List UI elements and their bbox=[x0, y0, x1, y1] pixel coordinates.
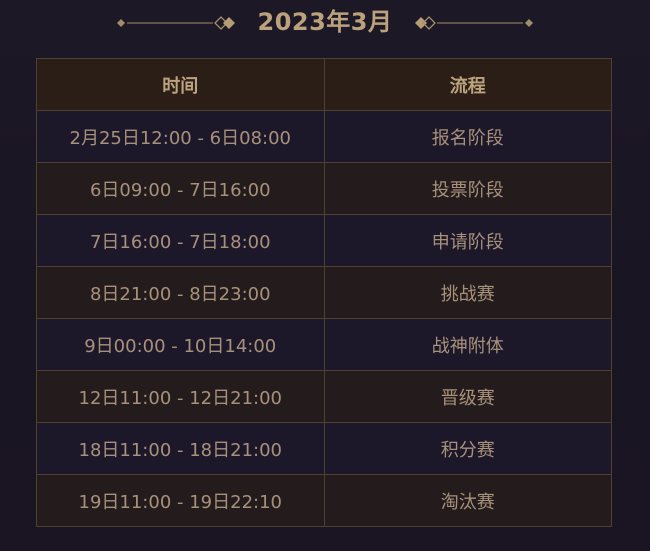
title-bar: 2023年3月 bbox=[0, 0, 650, 46]
table-row: 18日11:00 - 18日21:00 积分赛 bbox=[36, 422, 612, 475]
stage-cell: 晋级赛 bbox=[323, 370, 612, 423]
stage-cell: 申请阶段 bbox=[323, 214, 612, 267]
stage-cell: 积分赛 bbox=[323, 422, 612, 475]
page-title: 2023年3月 bbox=[257, 8, 393, 36]
time-cell: 6日09:00 - 7日16:00 bbox=[36, 162, 325, 215]
time-cell: 7日16:00 - 7日18:00 bbox=[36, 214, 325, 267]
table-row: 2月25日12:00 - 6日08:00 报名阶段 bbox=[36, 110, 612, 163]
table-header-row: 时间 流程 bbox=[36, 58, 612, 111]
time-cell: 2月25日12:00 - 6日08:00 bbox=[36, 110, 325, 163]
stage-cell: 投票阶段 bbox=[323, 162, 612, 215]
time-cell: 18日11:00 - 18日21:00 bbox=[36, 422, 325, 475]
header-stage: 流程 bbox=[323, 58, 612, 111]
stage-cell: 战神附体 bbox=[323, 318, 612, 371]
schedule-table: 时间 流程 2月25日12:00 - 6日08:00 报名阶段 6日09:00 … bbox=[36, 58, 612, 527]
stage-cell: 报名阶段 bbox=[323, 110, 612, 163]
table-row: 8日21:00 - 8日23:00 挑战赛 bbox=[36, 266, 612, 319]
time-cell: 19日11:00 - 19日22:10 bbox=[36, 474, 325, 527]
time-cell: 12日11:00 - 12日21:00 bbox=[36, 370, 325, 423]
stage-cell: 淘汰赛 bbox=[323, 474, 612, 527]
right-ornament-icon bbox=[415, 16, 533, 30]
table-row: 7日16:00 - 7日18:00 申请阶段 bbox=[36, 214, 612, 267]
time-cell: 8日21:00 - 8日23:00 bbox=[36, 266, 325, 319]
table-row: 19日11:00 - 19日22:10 淘汰赛 bbox=[36, 474, 612, 527]
table-row: 12日11:00 - 12日21:00 晋级赛 bbox=[36, 370, 612, 423]
stage-cell: 挑战赛 bbox=[323, 266, 612, 319]
table-row: 9日00:00 - 10日14:00 战神附体 bbox=[36, 318, 612, 371]
header-time: 时间 bbox=[36, 58, 325, 111]
table-row: 6日09:00 - 7日16:00 投票阶段 bbox=[36, 162, 612, 215]
time-cell: 9日00:00 - 10日14:00 bbox=[36, 318, 325, 371]
